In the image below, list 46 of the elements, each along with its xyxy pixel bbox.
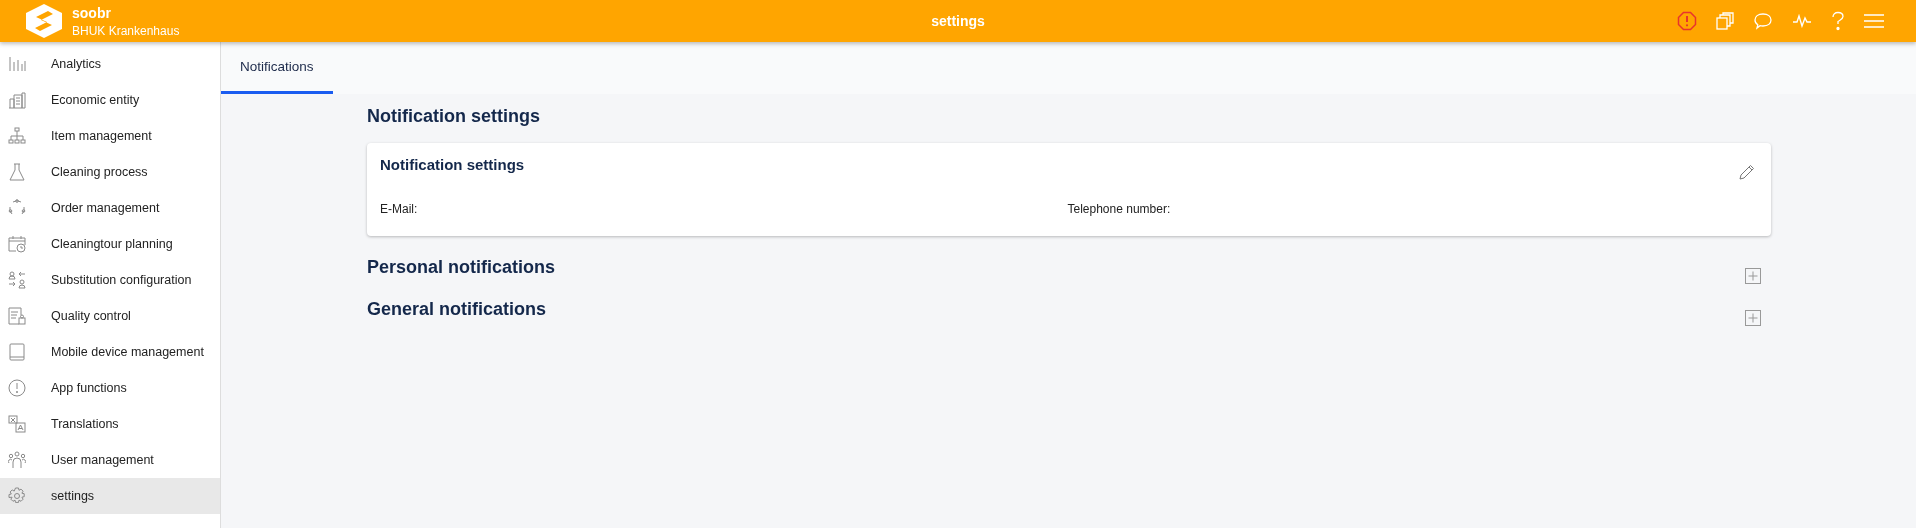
sidebar-item[interactable]: Quality control (0, 298, 220, 334)
sidebar-item[interactable]: Cleaning process (0, 154, 220, 190)
organization-name: BHUK Krankenhaus (72, 23, 180, 38)
section-heading: Notification settings (367, 106, 541, 127)
copy-icon[interactable] (1716, 12, 1734, 30)
sidebar-item[interactable]: settings (0, 478, 220, 514)
field-label: E-Mail: (380, 202, 419, 216)
swap-icon (8, 271, 26, 289)
sidebar-item[interactable]: App functions (0, 370, 220, 406)
sidebar-item[interactable]: Order management (0, 190, 220, 226)
sidebar-item[interactable]: Item management (0, 118, 220, 154)
sidebar-item[interactable]: Cleaningtour planning (0, 226, 220, 262)
expand-icon[interactable] (1745, 310, 1761, 326)
sidebar-item[interactable]: Substitution configuration (0, 262, 220, 298)
calendar-icon (8, 235, 26, 253)
tab[interactable]: Notifications (221, 42, 333, 94)
sidebar-item[interactable]: Translations (0, 406, 220, 442)
expand-icon[interactable] (1745, 268, 1761, 284)
chat-icon[interactable] (1753, 12, 1773, 30)
alert-icon[interactable] (1677, 11, 1697, 31)
section-heading: Personal notifications (367, 257, 556, 278)
help-icon[interactable] (1831, 11, 1845, 31)
card-title: Notification settings (380, 156, 525, 173)
users-icon (8, 451, 26, 469)
analytics-icon (8, 55, 26, 73)
edit-icon[interactable] (1739, 164, 1755, 180)
sidebar-item[interactable]: Economic entity (0, 82, 220, 118)
sidebar-item[interactable]: Analytics (0, 46, 220, 82)
translate-icon (8, 415, 26, 433)
brand-name: soobr (72, 4, 112, 21)
gear-icon (8, 487, 26, 505)
building-icon (8, 91, 26, 109)
sidebar-item[interactable]: User management (0, 442, 220, 478)
sidebar-item[interactable]: Mobile device management (0, 334, 220, 370)
section-heading: General notifications (367, 299, 547, 320)
activity-icon[interactable] (1792, 14, 1812, 28)
logo-icon (24, 3, 64, 39)
page-title: settings (931, 13, 985, 29)
alert-icon (8, 379, 26, 397)
tablet-icon (8, 343, 26, 361)
tree-icon (8, 127, 26, 145)
cycle-icon (8, 199, 26, 217)
menu-icon[interactable] (1864, 14, 1884, 28)
flask-icon (8, 163, 26, 181)
field-label: Telephone number: (1067, 202, 1172, 216)
report-icon (8, 307, 26, 325)
